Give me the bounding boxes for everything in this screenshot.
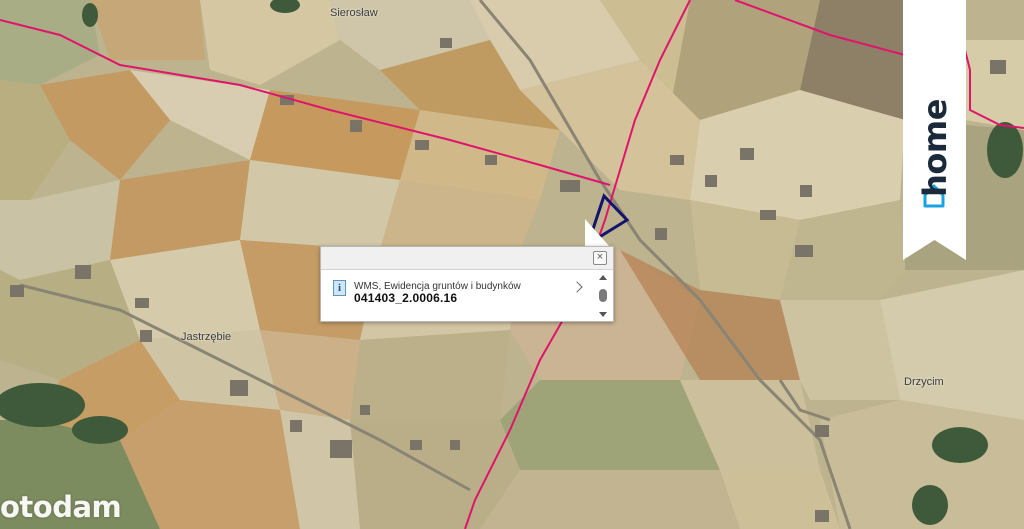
- feature-info-popup[interactable]: × i WMS, Ewidencja gruntów i budynków 04…: [320, 246, 614, 322]
- otodam-watermark: otodam: [0, 490, 122, 524]
- close-icon[interactable]: ×: [593, 251, 607, 265]
- popup-pointer: [585, 219, 609, 246]
- chevron-right-icon[interactable]: [571, 281, 583, 293]
- place-label-sieroslaw: Sierosław: [330, 7, 378, 19]
- popup-body: i WMS, Ewidencja gruntów i budynków 0414…: [321, 270, 613, 321]
- info-icon: i: [333, 280, 346, 296]
- place-label-drzycim: Drzycim: [904, 376, 944, 388]
- place-label-jastrzebie: Jastrzębie: [181, 331, 232, 343]
- popup-titlebar: ×: [321, 247, 613, 270]
- popup-parcel-id: 041403_2.0006.16: [354, 291, 458, 305]
- home-badge-text-wrap: home: [903, 88, 966, 208]
- scroll-thumb[interactable]: [599, 289, 607, 302]
- scroll-down-arrow-icon[interactable]: [599, 312, 607, 317]
- scroll-up-arrow-icon[interactable]: [599, 275, 607, 280]
- popup-scrollbar[interactable]: [597, 273, 609, 319]
- home-badge-text: home: [915, 99, 954, 197]
